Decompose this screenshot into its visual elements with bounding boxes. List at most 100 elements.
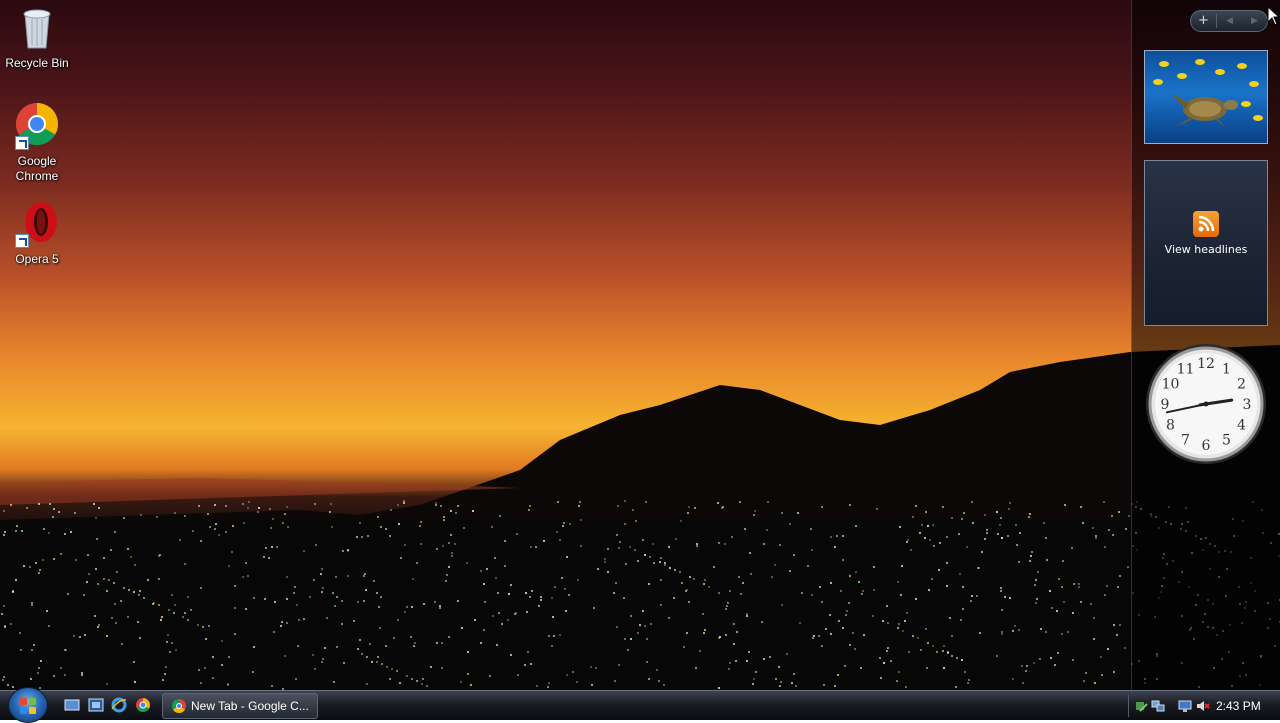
volume-muted-icon[interactable]	[1196, 698, 1210, 712]
city-light-dot	[547, 635, 550, 638]
city-light-dot	[420, 682, 423, 685]
city-light-dot	[355, 535, 358, 538]
city-light-dot	[1073, 582, 1076, 585]
city-light-dot	[1103, 545, 1106, 548]
internet-explorer-icon[interactable]	[111, 697, 127, 713]
recycle-bin-shortcut[interactable]: Recycle Bin	[0, 4, 74, 71]
clock-numeral: 12	[1197, 356, 1215, 372]
city-light-dot	[224, 530, 227, 533]
windows-logo-icon	[29, 707, 36, 714]
city-light-dot	[78, 635, 81, 638]
city-light-dot	[967, 681, 970, 684]
city-light-dot	[178, 538, 181, 541]
city-light-dot	[264, 597, 267, 600]
city-light-dot	[203, 667, 206, 670]
city-light-dot	[113, 603, 116, 606]
safely-remove-icon[interactable]	[1134, 698, 1148, 712]
next-gadgets-button[interactable]: ▶	[1242, 11, 1267, 31]
city-light-dot	[606, 571, 609, 574]
city-light-dot	[725, 604, 728, 607]
city-light-dot	[482, 582, 485, 585]
show-desktop-icon[interactable]	[64, 697, 80, 713]
city-light-dot	[352, 619, 355, 622]
add-gadget-button[interactable]: +	[1191, 11, 1216, 31]
city-light-dot	[790, 681, 793, 684]
city-light-dot	[745, 615, 748, 618]
clock-numeral: 10	[1162, 377, 1180, 393]
city-light-dot	[703, 628, 706, 631]
city-light-dot	[191, 530, 194, 532]
city-light-dot	[409, 636, 412, 639]
prev-gadgets-button[interactable]: ◀	[1217, 11, 1242, 31]
city-light-dot	[971, 521, 974, 524]
city-light-dot	[325, 617, 328, 619]
opera-shortcut[interactable]: Opera 5	[0, 200, 74, 267]
city-light-dot	[183, 562, 186, 565]
city-light-dot	[820, 600, 823, 603]
city-light-dot	[812, 636, 815, 639]
city-light-dot	[105, 589, 108, 592]
city-light-dot	[335, 646, 338, 649]
city-light-dot	[321, 660, 324, 663]
city-light-dot	[810, 549, 813, 552]
city-light-dot	[272, 630, 275, 633]
city-light-dot	[919, 648, 922, 651]
city-light-dot	[902, 629, 905, 632]
city-light-dot	[861, 589, 864, 592]
opera-label: Opera 5	[15, 252, 59, 266]
network-icon[interactable]	[1151, 698, 1165, 712]
city-light-dot	[1071, 611, 1074, 614]
view-headlines-label[interactable]: View headlines	[1145, 243, 1267, 256]
switch-windows-icon[interactable]	[88, 697, 104, 713]
city-light-dot	[945, 562, 948, 565]
city-light-dot	[564, 610, 567, 613]
city-light-dot	[693, 506, 696, 509]
shortcut-arrow-icon	[15, 136, 29, 150]
tray-divider	[1128, 695, 1129, 717]
mouse-cursor-icon	[1267, 6, 1280, 26]
city-light-dot	[59, 552, 62, 555]
city-light-dot	[1092, 616, 1095, 619]
city-light-dot	[160, 615, 163, 618]
start-button[interactable]	[8, 687, 48, 723]
city-light-dot	[1028, 515, 1031, 518]
city-light-dot	[392, 637, 395, 640]
city-light-dot	[205, 637, 208, 640]
desktop-background	[0, 0, 1280, 690]
clock-gadget[interactable]: 12 12 3 45678 9 1011	[1144, 342, 1268, 466]
city-light-dot	[120, 599, 123, 602]
city-light-dot	[935, 650, 938, 653]
city-light-dot	[197, 669, 200, 672]
city-light-dot	[820, 505, 823, 508]
taskbar-button-chrome[interactable]: New Tab - Google C...	[162, 693, 318, 719]
city-light-dot	[173, 511, 176, 514]
city-light-dot	[252, 645, 255, 648]
slideshow-gadget[interactable]	[1144, 50, 1268, 144]
fish-shape	[1153, 79, 1163, 85]
city-light-dot	[930, 578, 933, 581]
city-light-dot	[396, 503, 399, 506]
city-light-dot	[38, 502, 41, 505]
google-chrome-shortcut[interactable]: Google Chrome	[0, 102, 74, 184]
taskbar-clock[interactable]: 2:43 PM	[1216, 691, 1261, 721]
city-light-dot	[777, 665, 780, 668]
display-icon[interactable]	[1178, 698, 1192, 712]
city-light-dot	[1107, 528, 1110, 531]
city-light-dot	[85, 580, 88, 583]
city-light-dot	[398, 681, 401, 684]
city-light-dot	[297, 644, 300, 647]
chrome-icon[interactable]	[135, 697, 151, 713]
city-light-dot	[297, 618, 300, 621]
city-light-dot	[962, 585, 965, 588]
city-light-dot	[211, 656, 214, 659]
city-light-dot	[687, 511, 690, 514]
city-light-dot	[799, 621, 802, 624]
city-light-dot	[653, 561, 656, 564]
city-light-dot	[39, 659, 42, 662]
feed-headlines-gadget[interactable]: View headlines	[1144, 160, 1268, 326]
city-light-dot	[679, 519, 682, 522]
city-light-dot	[430, 665, 433, 668]
city-light-dot	[183, 611, 186, 614]
city-light-dot	[924, 627, 927, 630]
city-light-dot	[655, 668, 658, 671]
